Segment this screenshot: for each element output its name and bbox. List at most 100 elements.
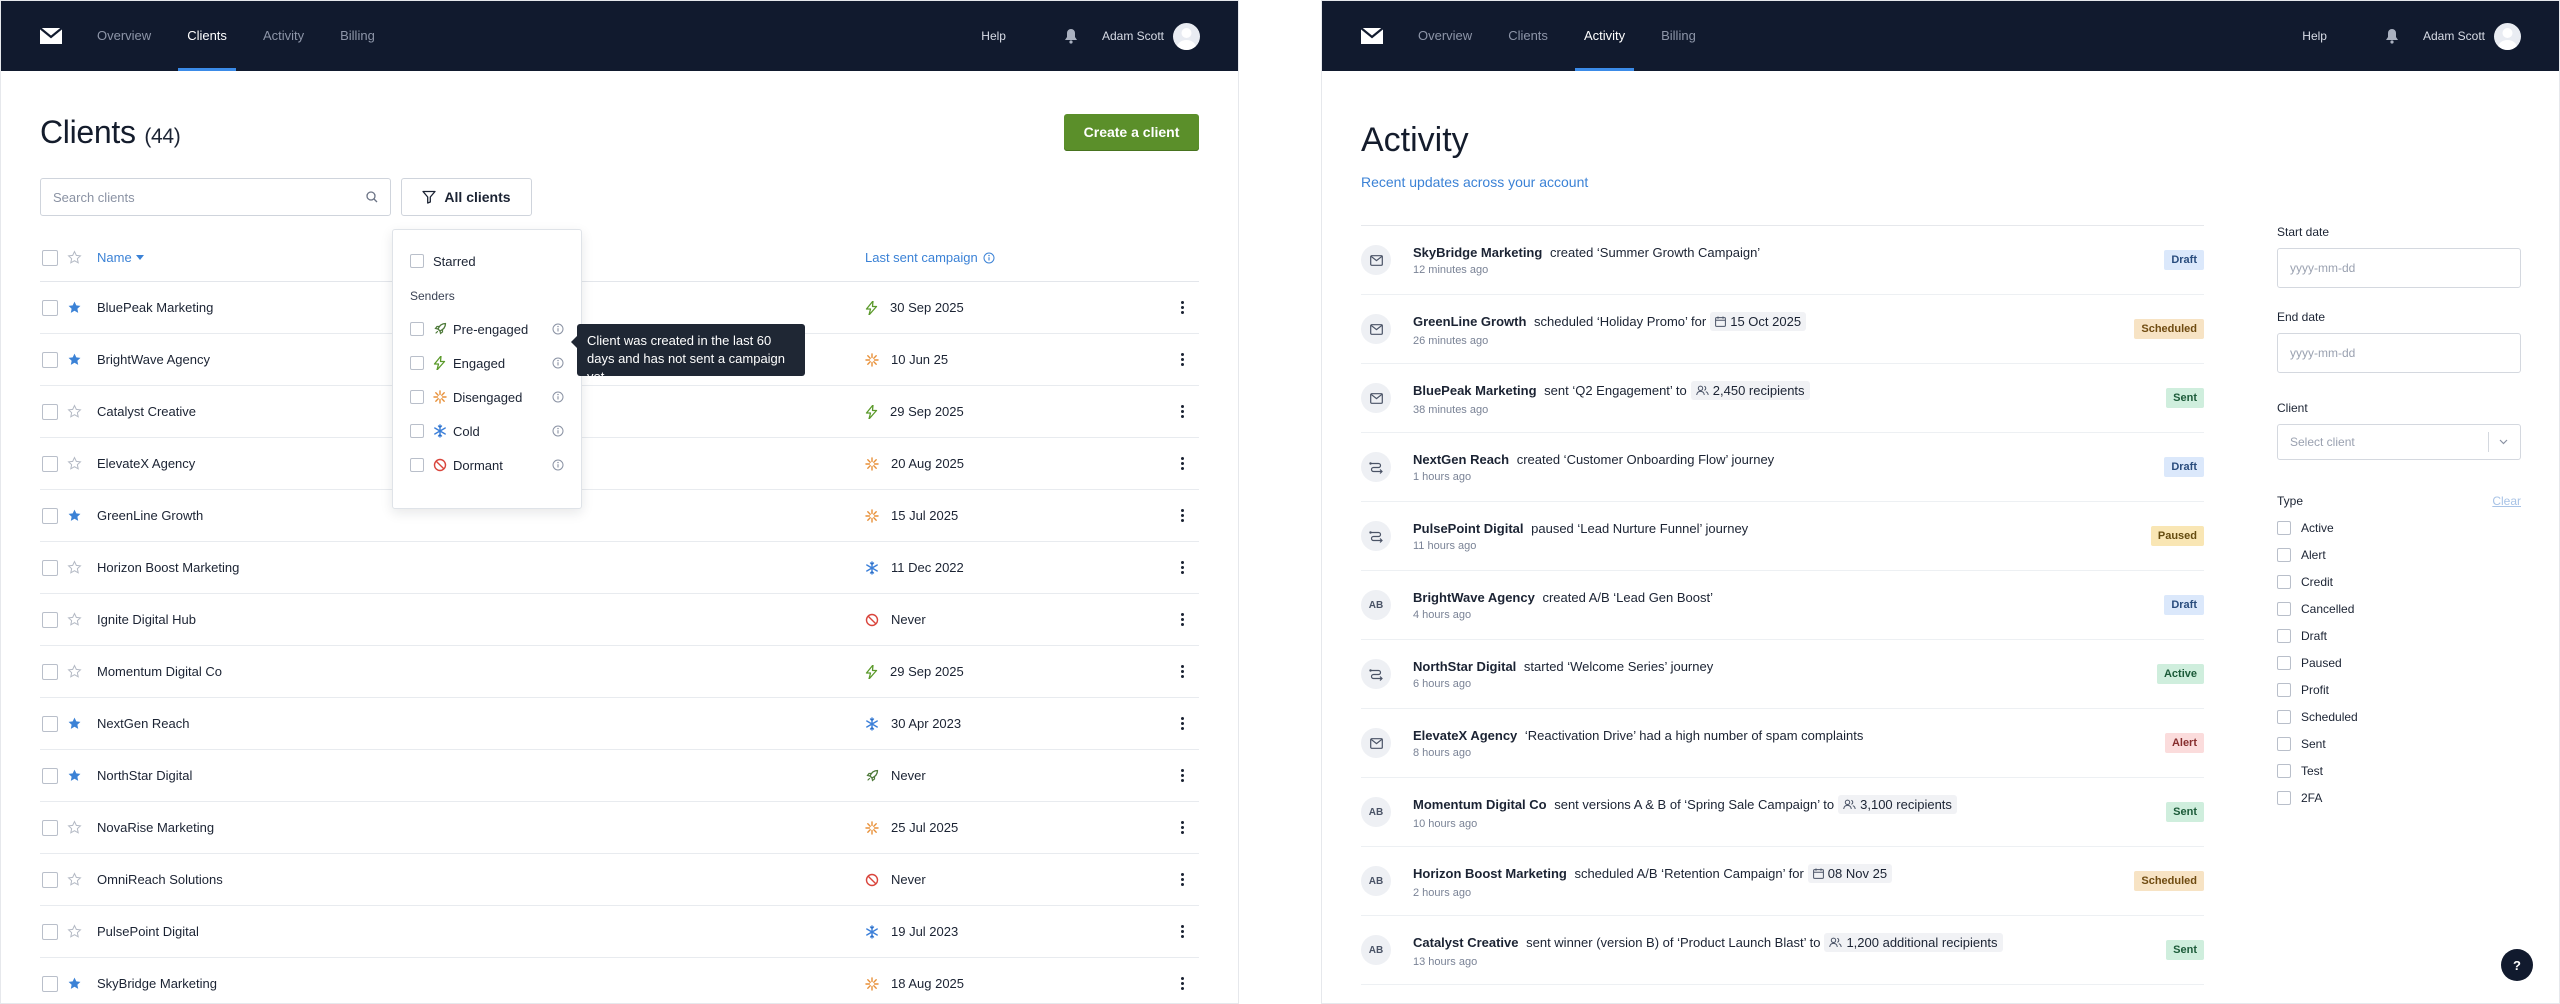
nav-activity[interactable]: Activity: [1574, 1, 1635, 71]
star-icon[interactable]: [67, 456, 97, 471]
row-checkbox[interactable]: [42, 923, 58, 940]
sender-checkbox[interactable]: [410, 458, 424, 472]
client-name[interactable]: SkyBridge Marketing: [97, 976, 865, 991]
activity-row[interactable]: AB Horizon Boost Marketing scheduled A/B …: [1361, 847, 2204, 916]
start-date-input[interactable]: yyyy-mm-dd: [2277, 248, 2521, 288]
info-icon[interactable]: [552, 357, 564, 369]
create-client-button[interactable]: Create a client: [1064, 113, 1199, 151]
info-icon[interactable]: [552, 391, 564, 403]
search-input[interactable]: Search clients: [40, 178, 391, 216]
activity-row[interactable]: AB Catalyst Creative sent winner (version…: [1361, 916, 2204, 985]
type-option-2fa[interactable]: 2FA: [2277, 784, 2521, 811]
row-menu-icon[interactable]: [1174, 353, 1190, 366]
activity-client[interactable]: ElevateX Agency: [1413, 728, 1517, 743]
nav-overview[interactable]: Overview: [97, 1, 151, 71]
bell-icon[interactable]: [2385, 28, 2399, 44]
help-fab-button[interactable]: ?: [2501, 949, 2533, 981]
select-all-checkbox[interactable]: [42, 249, 58, 266]
activity-row[interactable]: AB Momentum Digital Co sent versions A & …: [1361, 778, 2204, 847]
star-filled-icon[interactable]: [67, 352, 97, 367]
row-checkbox[interactable]: [42, 871, 58, 888]
activity-row[interactable]: GreenLine Growth scheduled ‘Holiday Prom…: [1361, 295, 2204, 364]
sender-checkbox[interactable]: [410, 390, 424, 404]
type-checkbox[interactable]: [2277, 790, 2291, 805]
row-menu-icon[interactable]: [1174, 769, 1190, 782]
sender-checkbox[interactable]: [410, 322, 424, 336]
row-menu-icon[interactable]: [1174, 665, 1190, 678]
client-name[interactable]: Horizon Boost Marketing: [97, 560, 865, 575]
client-name[interactable]: OmniReach Solutions: [97, 872, 865, 887]
nav-clients[interactable]: Clients: [178, 1, 236, 71]
user-name[interactable]: Adam Scott: [2423, 29, 2485, 43]
filter-cold[interactable]: Cold: [393, 414, 581, 448]
row-checkbox[interactable]: [42, 611, 58, 628]
type-option-sent[interactable]: Sent: [2277, 730, 2521, 757]
activity-client[interactable]: PulsePoint Digital: [1413, 521, 1524, 536]
activity-client[interactable]: Momentum Digital Co: [1413, 797, 1547, 812]
logo-icon[interactable]: [39, 27, 63, 45]
type-option-scheduled[interactable]: Scheduled: [2277, 703, 2521, 730]
clear-types-link[interactable]: Clear: [2492, 494, 2521, 508]
row-checkbox[interactable]: [42, 351, 58, 368]
row-checkbox[interactable]: [42, 663, 58, 680]
nav-activity[interactable]: Activity: [263, 1, 304, 71]
end-date-input[interactable]: yyyy-mm-dd: [2277, 333, 2521, 373]
activity-client[interactable]: SkyBridge Marketing: [1413, 245, 1542, 260]
type-option-test[interactable]: Test: [2277, 757, 2521, 784]
help-link[interactable]: Help: [2302, 29, 2327, 43]
activity-client[interactable]: BluePeak Marketing: [1413, 383, 1537, 398]
row-menu-icon[interactable]: [1174, 457, 1190, 470]
client-name[interactable]: GreenLine Growth: [97, 508, 865, 523]
filter-disengaged[interactable]: Disengaged: [393, 380, 581, 414]
type-checkbox[interactable]: [2277, 547, 2291, 562]
all-clients-filter-button[interactable]: All clients: [401, 178, 532, 216]
activity-row[interactable]: ElevateX Agency ‘Reactivation Drive’ had…: [1361, 709, 2204, 778]
star-icon[interactable]: [67, 924, 97, 939]
nav-billing[interactable]: Billing: [340, 1, 375, 71]
activity-row[interactable]: PulsePoint Digital paused ‘Lead Nurture …: [1361, 502, 2204, 571]
type-checkbox[interactable]: [2277, 520, 2291, 535]
type-option-alert[interactable]: Alert: [2277, 541, 2521, 568]
type-option-credit[interactable]: Credit: [2277, 568, 2521, 595]
client-name[interactable]: Ignite Digital Hub: [97, 612, 865, 627]
row-menu-icon[interactable]: [1174, 509, 1190, 522]
star-icon[interactable]: [67, 872, 97, 887]
star-filled-icon[interactable]: [67, 716, 97, 731]
client-name[interactable]: NorthStar Digital: [97, 768, 865, 783]
row-menu-icon[interactable]: [1174, 873, 1190, 886]
activity-row[interactable]: SkyBridge Marketing created ‘Summer Grow…: [1361, 226, 2204, 295]
activity-client[interactable]: GreenLine Growth: [1413, 314, 1526, 329]
table-row[interactable]: Ignite Digital Hub Never: [40, 594, 1199, 646]
activity-row[interactable]: NextGen Reach created ‘Customer Onboardi…: [1361, 433, 2204, 502]
nav-clients[interactable]: Clients: [1508, 1, 1548, 71]
row-menu-icon[interactable]: [1174, 717, 1190, 730]
star-icon[interactable]: [67, 612, 97, 627]
activity-row[interactable]: BluePeak Marketing sent ‘Q2 Engagement’ …: [1361, 364, 2204, 433]
row-menu-icon[interactable]: [1174, 405, 1190, 418]
row-checkbox[interactable]: [42, 299, 58, 316]
last-sent-column-header[interactable]: Last sent campaign: [865, 250, 995, 265]
activity-client[interactable]: BrightWave Agency: [1413, 590, 1535, 605]
logo-icon[interactable]: [1360, 27, 1384, 45]
type-option-cancelled[interactable]: Cancelled: [2277, 595, 2521, 622]
table-row[interactable]: NextGen Reach 30 Apr 2023: [40, 698, 1199, 750]
type-option-paused[interactable]: Paused: [2277, 649, 2521, 676]
table-row[interactable]: NovaRise Marketing 25 Jul 2025: [40, 802, 1199, 854]
info-icon[interactable]: [983, 252, 995, 264]
bell-icon[interactable]: [1064, 28, 1078, 44]
star-filled-icon[interactable]: [67, 768, 97, 783]
nav-billing[interactable]: Billing: [1661, 1, 1696, 71]
client-name[interactable]: NextGen Reach: [97, 716, 865, 731]
type-checkbox[interactable]: [2277, 655, 2291, 670]
activity-row[interactable]: NorthStar Digital started ‘Welcome Serie…: [1361, 640, 2204, 709]
activity-client[interactable]: NorthStar Digital: [1413, 659, 1516, 674]
nav-overview[interactable]: Overview: [1418, 1, 1472, 71]
row-menu-icon[interactable]: [1174, 977, 1190, 990]
table-row[interactable]: SkyBridge Marketing 18 Aug 2025: [40, 958, 1199, 1003]
sender-checkbox[interactable]: [410, 356, 424, 370]
client-name[interactable]: PulsePoint Digital: [97, 924, 865, 939]
table-row[interactable]: PulsePoint Digital 19 Jul 2023: [40, 906, 1199, 958]
star-icon[interactable]: [67, 560, 97, 575]
star-icon[interactable]: [67, 664, 97, 679]
row-checkbox[interactable]: [42, 455, 58, 472]
